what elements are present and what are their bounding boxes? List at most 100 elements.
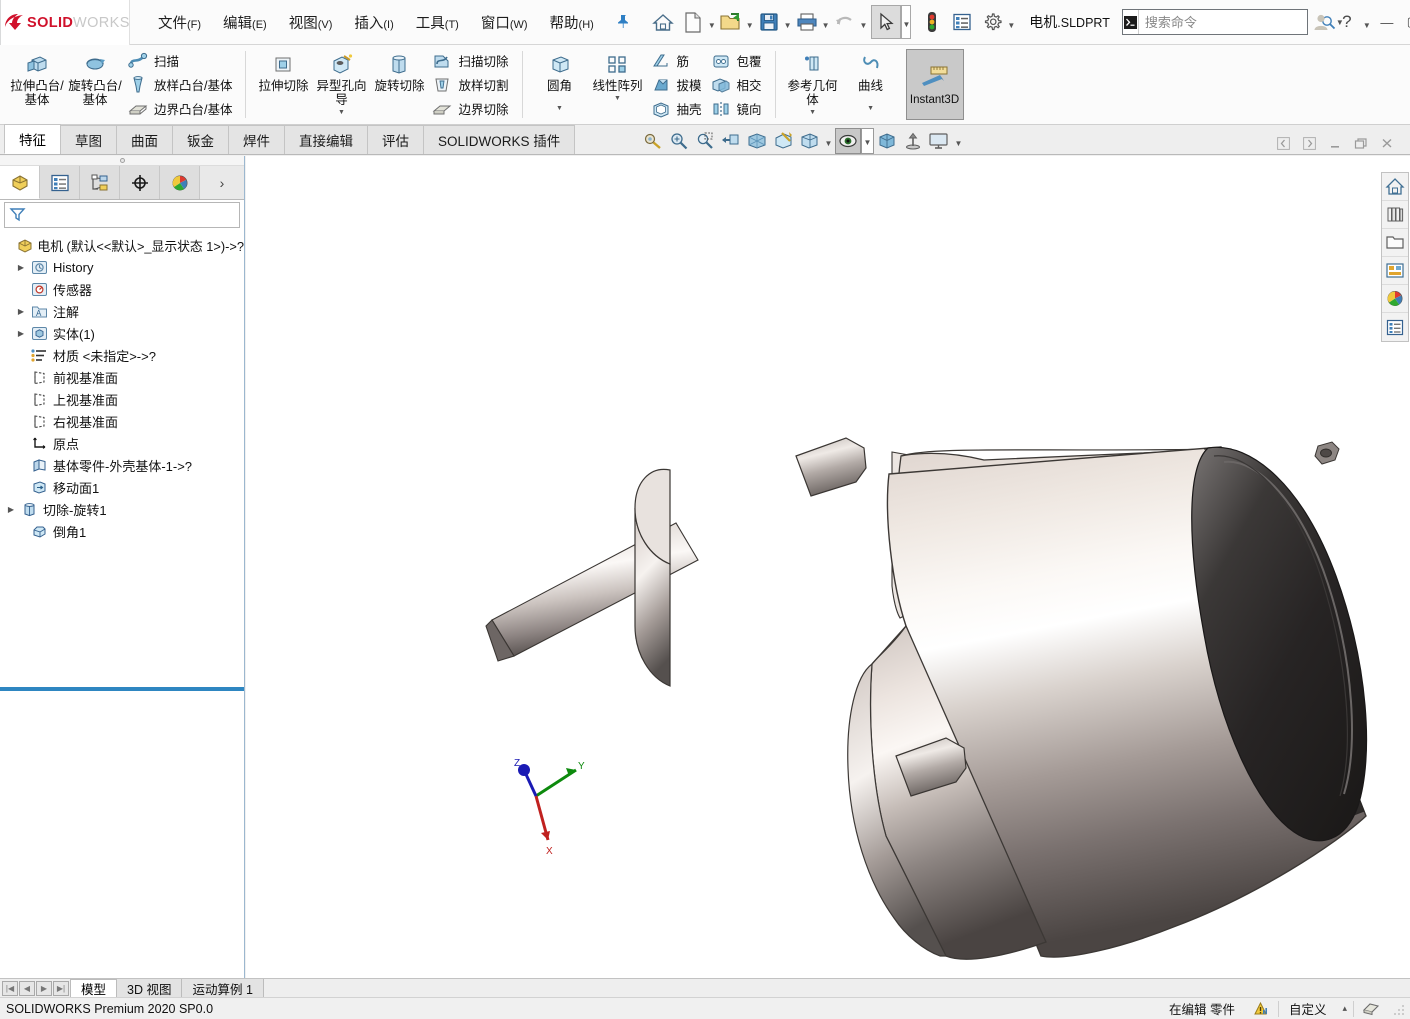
home-button[interactable] xyxy=(648,5,678,39)
status-custom-caret[interactable]: ▴ xyxy=(1336,1003,1353,1014)
save-button[interactable] xyxy=(754,5,784,39)
fillet-dropdown-arrow[interactable]: ▼ xyxy=(556,105,563,113)
feature-tree-filter[interactable] xyxy=(4,202,240,228)
close-document-button[interactable] xyxy=(1374,131,1400,155)
menu-window[interactable]: 窗口(W) xyxy=(471,8,538,37)
menu-help[interactable]: 帮助(H) xyxy=(540,8,604,37)
last-tab-button[interactable]: ▶| xyxy=(53,980,69,996)
menu-tools[interactable]: 工具(T) xyxy=(406,8,469,37)
annotations-expander[interactable]: ▶ xyxy=(14,307,28,316)
tab-solidworks-addins[interactable]: SOLIDWORKS 插件 xyxy=(423,125,576,154)
doc-tab-model[interactable]: 模型 xyxy=(70,979,118,997)
next-document-button[interactable] xyxy=(1296,131,1322,155)
zoom-to-area-button[interactable] xyxy=(666,128,692,154)
view-settings-button[interactable] xyxy=(900,128,926,154)
edit-appearance-button[interactable] xyxy=(835,128,861,154)
help-button[interactable]: ? xyxy=(1334,7,1360,37)
tab-sketch[interactable]: 草图 xyxy=(60,125,117,154)
history-expander[interactable]: ▶ xyxy=(14,263,28,272)
intersect-button[interactable]: 相交 xyxy=(707,73,767,97)
revolved-boss-base-button[interactable]: 旋转凸台/基体 xyxy=(66,45,124,124)
menu-edit[interactable]: 编辑(E) xyxy=(213,8,277,37)
fmtab-dimxpert-manager[interactable] xyxy=(120,166,160,199)
revolved-cut-button[interactable]: 旋转切除 xyxy=(370,45,428,124)
task-pane-view-palette[interactable] xyxy=(1382,257,1408,285)
options-caret[interactable]: ▼ xyxy=(1007,5,1015,39)
curves-button[interactable]: 曲线 ▼ xyxy=(842,45,900,124)
view-orientation-button[interactable] xyxy=(744,128,770,154)
prev-tab-button[interactable]: ◀ xyxy=(19,980,35,996)
boundary-cut-button[interactable]: 边界切除 xyxy=(428,97,513,121)
tree-node-solid-bodies[interactable]: ▶ 实体(1) xyxy=(4,322,244,344)
tree-node-sensors[interactable]: 传感器 xyxy=(4,278,244,300)
tree-node-front-plane[interactable]: 前视基准面 xyxy=(4,366,244,388)
tab-weldments[interactable]: 焊件 xyxy=(228,125,285,154)
hole-wizard-button[interactable]: 异型孔向导 ▼ xyxy=(312,45,370,124)
hide-show-caret[interactable]: ▼ xyxy=(822,128,835,154)
print-button[interactable] xyxy=(792,5,822,39)
rib-button[interactable]: 筋 xyxy=(647,49,707,73)
panel-splitter-handle[interactable] xyxy=(0,156,244,166)
feature-manager-more-button[interactable]: › xyxy=(200,166,244,199)
tab-sheetmetal[interactable]: 钣金 xyxy=(172,125,229,154)
lofted-cut-button[interactable]: 放样切割 xyxy=(428,73,513,97)
tree-node-top-plane[interactable]: 上视基准面 xyxy=(4,388,244,410)
status-overlay-icon[interactable] xyxy=(1354,1001,1388,1016)
rollback-bar[interactable] xyxy=(0,687,244,691)
account-button[interactable] xyxy=(1308,7,1334,37)
menu-file[interactable]: 文件(F) xyxy=(148,8,211,37)
tree-node-base-part[interactable]: 基体零件-外壳基体-1->? xyxy=(4,454,244,476)
display-style-button[interactable] xyxy=(770,128,796,154)
task-pane-custom-properties[interactable] xyxy=(1382,313,1408,341)
tree-node-move-face[interactable]: 移动面1 xyxy=(4,476,244,498)
help-caret[interactable]: ▼ xyxy=(1360,5,1374,39)
extruded-boss-base-button[interactable]: 拉伸凸台/基体 xyxy=(8,45,66,124)
search-input[interactable] xyxy=(1138,14,1321,30)
task-pane-resources[interactable] xyxy=(1382,173,1408,201)
linear-pattern-button[interactable]: 线性阵列 ▼ xyxy=(589,45,647,124)
search-command-box[interactable]: ▼ xyxy=(1121,9,1344,35)
edit-appearance-caret[interactable]: ▼ xyxy=(861,128,874,154)
minimize-document-button[interactable] xyxy=(1322,131,1348,155)
doc-tab-3dviews[interactable]: 3D 视图 xyxy=(116,979,183,997)
lofted-boss-base-button[interactable]: 放样凸台/基体 xyxy=(124,73,237,97)
file-properties-button[interactable] xyxy=(947,5,977,39)
tree-node-annotations[interactable]: ▶ A 注解 xyxy=(4,300,244,322)
graphics-area[interactable]: Y X Z xyxy=(246,156,1410,978)
new-document-caret[interactable]: ▼ xyxy=(708,5,716,39)
undo-button[interactable] xyxy=(830,5,860,39)
solid-bodies-expander[interactable]: ▶ xyxy=(14,329,28,338)
open-document-caret[interactable]: ▼ xyxy=(746,5,754,39)
tree-node-chamfer[interactable]: 倒角1 xyxy=(4,520,244,542)
next-tab-button[interactable]: ▶ xyxy=(36,980,52,996)
doc-tab-motion-study[interactable]: 运动算例 1 xyxy=(181,979,264,997)
tab-direct-editing[interactable]: 直接编辑 xyxy=(284,125,368,154)
rebuild-button[interactable] xyxy=(917,5,947,39)
menu-insert[interactable]: 插入(I) xyxy=(344,8,403,37)
hole-wizard-dropdown-arrow[interactable]: ▼ xyxy=(338,109,345,117)
shell-button[interactable]: 抽壳 xyxy=(647,97,707,121)
revolve-cut-expander[interactable]: ▶ xyxy=(4,505,18,514)
tree-node-history[interactable]: ▶ History xyxy=(4,256,244,278)
feature-tree-filter-input[interactable] xyxy=(26,208,239,222)
task-pane-appearances-scenes[interactable] xyxy=(1382,285,1408,313)
mirror-button[interactable]: 镜向 xyxy=(707,97,767,121)
tab-surfaces[interactable]: 曲面 xyxy=(116,125,173,154)
fillet-button[interactable]: 圆角 ▼ xyxy=(531,45,589,124)
zoom-to-fit-button[interactable] xyxy=(640,128,666,154)
rebuild-warning-icon[interactable] xyxy=(1245,1001,1278,1016)
wrap-button[interactable]: 包覆 xyxy=(707,49,767,73)
fmtab-feature-tree[interactable] xyxy=(0,166,40,199)
save-caret[interactable]: ▼ xyxy=(784,5,792,39)
swept-boss-base-button[interactable]: 扫描 xyxy=(124,49,237,73)
select-caret[interactable]: ▼ xyxy=(901,5,912,39)
fmtab-display-manager[interactable] xyxy=(160,166,200,199)
reference-geometry-button[interactable]: 参考几何体 ▼ xyxy=(784,45,842,124)
restore-document-button[interactable] xyxy=(1348,131,1374,155)
fmtab-configuration-manager[interactable] xyxy=(80,166,120,199)
task-pane-file-explorer[interactable] xyxy=(1382,229,1408,257)
options-button[interactable] xyxy=(977,5,1007,39)
tree-node-origin[interactable]: 原点 xyxy=(4,432,244,454)
status-custom-label[interactable]: 自定义 xyxy=(1279,999,1337,1018)
tab-evaluate[interactable]: 评估 xyxy=(367,125,424,154)
